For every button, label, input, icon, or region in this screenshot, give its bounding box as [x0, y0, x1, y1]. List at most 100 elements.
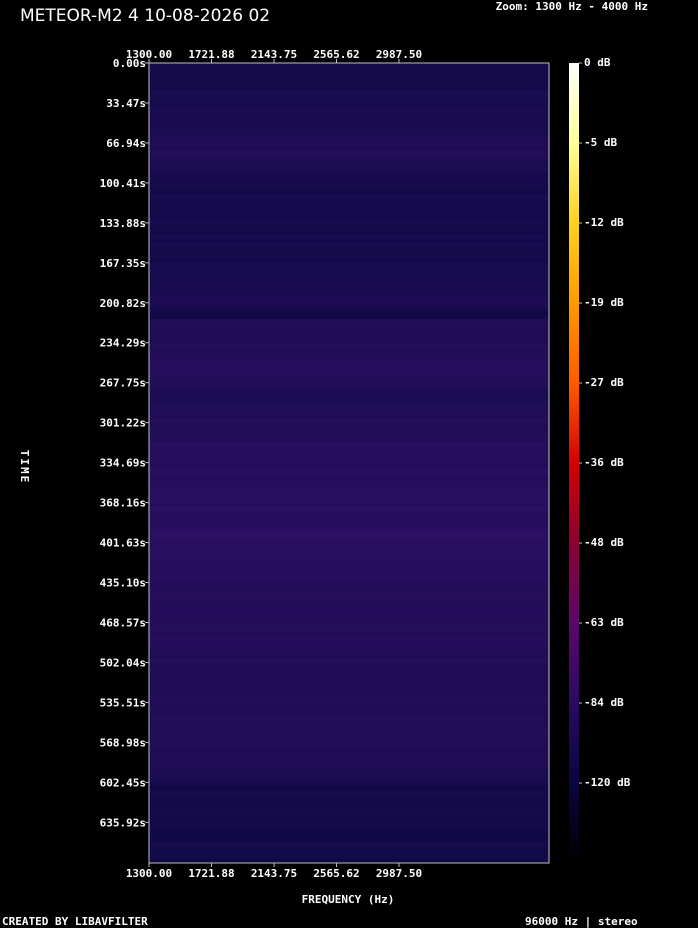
heatmap-row	[149, 443, 549, 447]
heatmap-row	[149, 751, 549, 755]
heatmap-row	[149, 807, 549, 811]
heatmap-row	[149, 151, 549, 155]
heatmap-row	[149, 643, 549, 647]
heatmap-row	[149, 263, 549, 267]
heatmap-row	[149, 483, 549, 487]
heatmap-row	[149, 683, 549, 687]
heatmap-row	[149, 595, 549, 599]
y-tick-label: 535.51s	[100, 696, 146, 709]
y-tick-label: 602.45s	[100, 776, 146, 789]
colorbar-label: -36 dB	[584, 456, 624, 469]
spectrogram-chart: 1300.00 1721.88 2143.75 2565.62 2987.50 1300…	[18, 48, 631, 906]
heatmap-row	[149, 139, 549, 143]
heatmap-row	[149, 175, 549, 179]
heatmap-row	[149, 411, 549, 415]
spectrogram-heatmap	[149, 63, 549, 863]
heatmap-row	[149, 343, 549, 347]
heatmap-row	[149, 99, 549, 103]
heatmap-row	[149, 567, 549, 571]
x-tick-label: 2987.50	[376, 48, 422, 61]
heatmap-row	[149, 347, 549, 351]
heatmap-row	[149, 543, 549, 547]
y-axis-label: TIME	[18, 450, 31, 485]
heatmap-row	[149, 87, 549, 91]
heatmap-row	[149, 827, 549, 831]
y-tick-label: 401.63s	[100, 537, 146, 550]
x-tick-label: 1721.88	[188, 48, 234, 61]
x-tick-label: 2565.62	[313, 48, 359, 61]
heatmap-row	[149, 275, 549, 279]
x-tick-label: 1300.00	[126, 867, 172, 880]
heatmap-row	[149, 291, 549, 295]
heatmap-row	[149, 695, 549, 699]
heatmap-row	[149, 427, 549, 431]
heatmap-row	[149, 647, 549, 651]
x-axis-label: FREQUENCY (Hz)	[302, 893, 395, 906]
colorbar-label: -120 dB	[584, 776, 631, 789]
heatmap-row	[149, 511, 549, 515]
heatmap-row	[149, 699, 549, 703]
heatmap-row	[149, 503, 549, 507]
y-tick-label: 435.10s	[100, 577, 146, 590]
heatmap-row	[149, 691, 549, 695]
heatmap-row	[149, 231, 549, 235]
y-tick-label: 33.47s	[106, 97, 146, 110]
heatmap-row	[149, 287, 549, 291]
heatmap-row	[149, 211, 549, 215]
heatmap-row	[149, 223, 549, 227]
heatmap-row	[149, 395, 549, 399]
heatmap-row	[149, 295, 549, 299]
heatmap-row	[149, 403, 549, 407]
y-axis: 0.00s 33.47s 66.94s 100.41s 133.88s 167.35s 20…	[100, 57, 149, 829]
heatmap-row	[149, 255, 549, 259]
heatmap-row	[149, 659, 549, 663]
heatmap-row	[149, 111, 549, 115]
heatmap-row	[149, 803, 549, 807]
y-tick-label: 234.29s	[100, 337, 146, 350]
heatmap-row	[149, 479, 549, 483]
heatmap-row	[149, 679, 549, 683]
heatmap-row	[149, 539, 549, 543]
y-tick-label: 568.98s	[100, 736, 146, 749]
y-tick-label: 502.04s	[100, 656, 146, 669]
heatmap-row	[149, 199, 549, 203]
heatmap-row	[149, 855, 549, 859]
heatmap-row	[149, 723, 549, 727]
heatmap-row	[149, 455, 549, 459]
heatmap-row	[149, 219, 549, 223]
heatmap-row	[149, 67, 549, 71]
heatmap-row	[149, 323, 549, 327]
heatmap-row	[149, 763, 549, 767]
heatmap-row	[149, 79, 549, 83]
heatmap-row	[149, 583, 549, 587]
heatmap-row	[149, 671, 549, 675]
y-tick-label: 66.94s	[106, 137, 146, 150]
heatmap-row	[149, 743, 549, 747]
heatmap-row	[149, 587, 549, 591]
y-tick-label: 368.16s	[100, 497, 146, 510]
heatmap-row	[149, 191, 549, 195]
heatmap-row	[149, 707, 549, 711]
heatmap-row	[149, 119, 549, 123]
heatmap-row	[149, 315, 549, 319]
heatmap-row	[149, 603, 549, 607]
heatmap-row	[149, 651, 549, 655]
heatmap-row	[149, 103, 549, 107]
heatmap-row	[149, 415, 549, 419]
x-axis-bottom: 1300.00 1721.88 2143.75 2565.62 2987.50	[126, 863, 422, 880]
heatmap-row	[149, 431, 549, 435]
heatmap-row	[149, 75, 549, 79]
heatmap-row	[149, 475, 549, 479]
heatmap-row	[149, 235, 549, 239]
heatmap-row	[149, 627, 549, 631]
heatmap-row	[149, 243, 549, 247]
heatmap-row	[149, 163, 549, 167]
heatmap-row	[149, 95, 549, 99]
heatmap-row	[149, 667, 549, 671]
heatmap-row	[149, 239, 549, 243]
heatmap-row	[149, 795, 549, 799]
heatmap-row	[149, 491, 549, 495]
heatmap-row	[149, 507, 549, 511]
heatmap-row	[149, 375, 549, 379]
heatmap-row	[149, 615, 549, 619]
